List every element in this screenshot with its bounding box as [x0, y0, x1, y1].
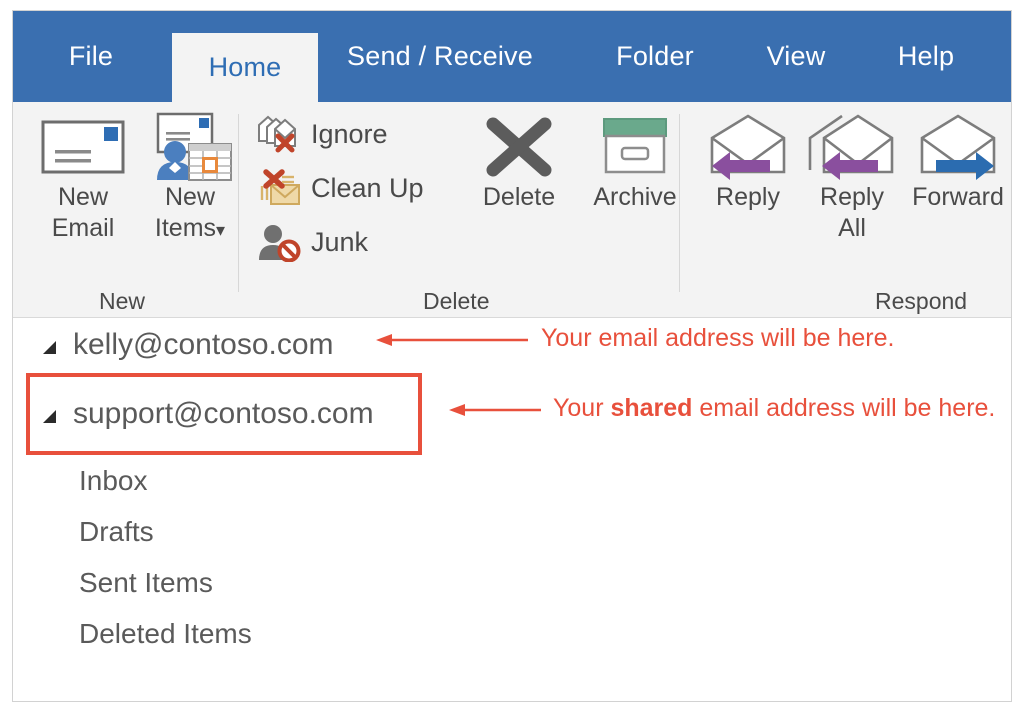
archive-button[interactable]: Archive [575, 110, 695, 213]
new-items-label: New Items▾ [154, 183, 226, 242]
new-items-icon [145, 110, 235, 182]
new-items-button[interactable]: New Items▾ [135, 110, 245, 243]
junk-icon [256, 222, 302, 262]
tab-send-receive[interactable]: Send / Receive [333, 11, 547, 102]
folder-pane: kelly@contoso.com support@contoso.com In… [13, 318, 1011, 701]
forward-button[interactable]: Forward [901, 110, 1011, 213]
reply-button[interactable]: Reply [693, 110, 803, 213]
new-email-button[interactable]: New Email [31, 110, 135, 243]
collapse-triangle-icon[interactable] [43, 340, 56, 354]
reply-all-label: Reply All [820, 183, 884, 242]
reply-all-arrow-icon [806, 110, 898, 182]
clean-up-label: Clean Up [311, 172, 424, 203]
annotation-arrow-2 [449, 403, 541, 417]
tab-file[interactable]: File [31, 11, 151, 102]
folder-item-inbox[interactable]: Inbox [79, 465, 148, 497]
forward-label: Forward [912, 183, 1004, 211]
delete-button[interactable]: Delete [463, 110, 575, 213]
account-address: support@contoso.com [73, 397, 374, 430]
archive-box-icon [589, 110, 681, 182]
account-address: kelly@contoso.com [73, 328, 334, 361]
reply-arrow-icon [702, 110, 794, 182]
forward-arrow-icon [912, 110, 1004, 182]
delete-label: Delete [482, 183, 556, 211]
outlook-window: File Home Send / Receive Folder View Hel… [12, 10, 1012, 702]
group-label-delete: Delete [423, 288, 490, 314]
reply-all-button[interactable]: Reply All [797, 110, 907, 243]
junk-label: Junk [311, 226, 369, 257]
ribbon-content: New Delete Respond New Email New Items▾ … [13, 102, 1011, 318]
clean-up-icon [256, 168, 302, 208]
ignore-button[interactable]: Ignore [256, 114, 388, 154]
group-label-new: New [99, 288, 146, 314]
annotation-text-2: Your shared email address will be here. [553, 394, 996, 422]
account-support[interactable]: support@contoso.com [43, 397, 374, 431]
tab-help[interactable]: Help [871, 11, 981, 102]
annotation-bold-word: shared [610, 394, 693, 422]
new-email-label: New Email [51, 183, 115, 242]
envelope-icon [38, 110, 128, 182]
tab-folder[interactable]: Folder [575, 11, 735, 102]
junk-button[interactable]: Junk [256, 222, 368, 262]
ignore-label: Ignore [311, 118, 388, 149]
folder-item-drafts[interactable]: Drafts [79, 516, 154, 548]
folder-item-sent-items[interactable]: Sent Items [79, 567, 213, 599]
reply-label: Reply [716, 183, 780, 211]
tab-view[interactable]: View [741, 11, 851, 102]
collapse-triangle-icon[interactable] [43, 409, 56, 423]
annotation-text-1: Your email address will be here. [541, 324, 895, 352]
archive-label: Archive [593, 183, 677, 211]
delete-x-icon [473, 110, 565, 182]
annotation-arrow-1 [376, 333, 528, 347]
ribbon-tab-strip: File Home Send / Receive Folder View Hel… [13, 11, 1011, 102]
tab-home[interactable]: Home [172, 33, 318, 102]
group-label-respond: Respond [875, 288, 968, 314]
folder-item-deleted-items[interactable]: Deleted Items [79, 618, 252, 650]
ignore-icon [256, 114, 302, 154]
account-kelly[interactable]: kelly@contoso.com [43, 328, 334, 362]
clean-up-button[interactable]: Clean Up [256, 168, 424, 208]
new-items-caret-icon[interactable]: ▾ [216, 220, 225, 240]
